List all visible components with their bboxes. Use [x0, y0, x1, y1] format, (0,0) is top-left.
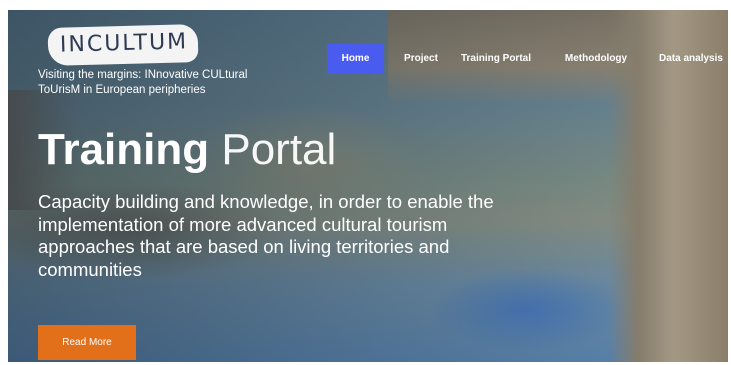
nav-item-project[interactable]: Project [396, 44, 446, 74]
hero-subtitle: Capacity building and knowledge, in orde… [38, 191, 494, 280]
page-title: Training Portal [38, 123, 336, 177]
nav-item-data-analysis[interactable]: Data analysis [656, 44, 726, 74]
nav-item-label: Home [341, 53, 370, 64]
nav-item-training-portal[interactable]: Training Portal [456, 44, 536, 74]
nav-item-label: Data analysis [659, 53, 723, 64]
title-light: Portal [221, 125, 337, 174]
nav-item-label: Training Portal [460, 53, 531, 64]
nav-item-label: Project [404, 53, 438, 64]
nav-item-home[interactable]: Home [327, 44, 384, 74]
site-tagline: Visiting the margins: INnovative CULtura… [38, 69, 248, 96]
nav-item-methodology[interactable]: Methodology [558, 44, 634, 74]
read-more-button[interactable]: Read More [38, 325, 136, 360]
site-logo[interactable]: INCULTUM [47, 24, 199, 66]
hero-banner: INCULTUM Visiting the margins: INnovativ… [8, 10, 728, 362]
nav-item-label: Methodology [564, 53, 628, 64]
read-more-label: Read More [62, 337, 112, 348]
title-bold: Training [38, 125, 210, 174]
logo-text: INCULTUM [59, 29, 189, 58]
